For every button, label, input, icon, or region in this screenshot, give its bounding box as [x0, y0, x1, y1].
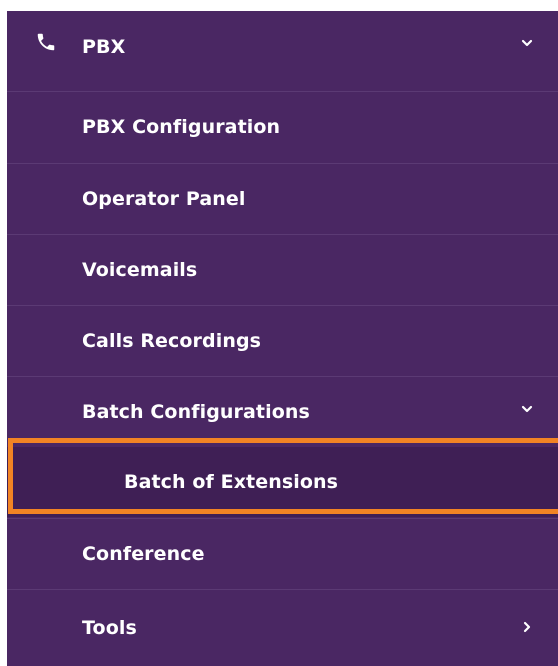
chevron-down-icon: [521, 405, 533, 413]
menu-item-voicemails[interactable]: Voicemails: [7, 234, 558, 305]
chevron-down-icon: [521, 39, 533, 47]
submenu-item-label: Batch of Extensions: [124, 471, 339, 493]
menu-item-calls-recordings[interactable]: Calls Recordings: [7, 305, 558, 376]
chevron-right-icon: [523, 621, 531, 633]
menu-item-label: Voicemails: [82, 259, 198, 281]
menu-item-conference[interactable]: Conference: [7, 518, 558, 589]
menu-item-tools[interactable]: Tools: [7, 589, 558, 666]
pbx-sidebar-menu: PBX PBX Configuration Operator Panel Voi…: [7, 11, 558, 666]
menu-item-label: Operator Panel: [82, 188, 246, 210]
menu-item-operator-panel[interactable]: Operator Panel: [7, 163, 558, 234]
phone-icon: [37, 33, 55, 51]
menu-header-label: PBX: [82, 35, 126, 58]
menu-item-label: Conference: [82, 543, 205, 565]
submenu-item-batch-of-extensions[interactable]: Batch of Extensions: [7, 447, 558, 517]
menu-header-pbx[interactable]: PBX: [7, 11, 558, 82]
menu-item-label: PBX Configuration: [82, 116, 281, 138]
menu-item-batch-configurations[interactable]: Batch Configurations: [7, 376, 558, 447]
menu-item-label: Batch Configurations: [82, 401, 310, 423]
menu-item-label: Calls Recordings: [82, 330, 262, 352]
menu-item-label: Tools: [82, 617, 137, 639]
menu-item-pbx-configuration[interactable]: PBX Configuration: [7, 91, 558, 162]
